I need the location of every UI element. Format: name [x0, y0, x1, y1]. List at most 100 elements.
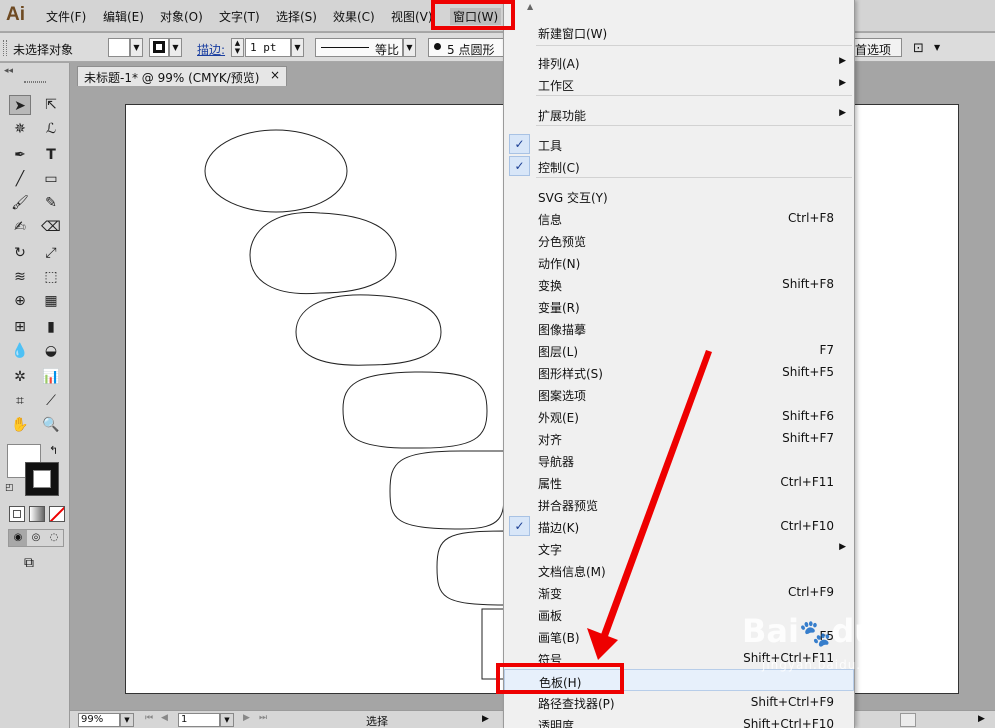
window-menu-item[interactable]: 变换 Shift+F8: [504, 273, 854, 295]
window-menu-item[interactable]: 导航器: [504, 449, 854, 471]
document-tab[interactable]: 未标题-1* @ 99% (CMYK/预览) ×: [77, 66, 287, 86]
menu-select[interactable]: 选择(S): [276, 8, 317, 25]
swap-fill-stroke-icon[interactable]: ↰: [49, 444, 58, 457]
window-menu-item[interactable]: 图层(L) F7: [504, 339, 854, 361]
window-menu-item[interactable]: ✓ 描边(K) Ctrl+F10: [504, 515, 854, 537]
tool-panel-grip[interactable]: [24, 81, 46, 83]
window-menu-item[interactable]: 动作(N): [504, 251, 854, 273]
window-menu-item[interactable]: 新建窗口(W): [504, 21, 854, 43]
preferences-button[interactable]: 首选项: [850, 38, 902, 57]
arrange-dropdown-icon[interactable]: ▼: [934, 43, 940, 52]
mesh-tool-icon[interactable]: ⊞: [9, 317, 31, 337]
stroke-profile-dropdown[interactable]: ▼: [403, 38, 416, 57]
window-menu-item[interactable]: 渐变 Ctrl+F9: [504, 581, 854, 603]
rectangle-tool-icon[interactable]: ▭: [40, 169, 62, 189]
arrange-documents-icon[interactable]: ⊡: [913, 41, 924, 56]
window-menu-item[interactable]: 文档信息(M): [504, 559, 854, 581]
scroll-right-arrow[interactable]: ▶: [978, 714, 985, 724]
fill-swatch[interactable]: [108, 38, 130, 57]
window-menu-item[interactable]: 文字 ▶: [504, 537, 854, 559]
status-menu-arrow[interactable]: ▶: [482, 714, 489, 724]
screen-mode-icon[interactable]: ⧉: [24, 555, 44, 571]
perspective-grid-tool-icon[interactable]: ▦: [40, 291, 62, 311]
window-menu-item[interactable]: 扩展功能 ▶: [504, 103, 854, 125]
direct-selection-tool-icon[interactable]: ⇱: [40, 95, 62, 115]
stroke-weight-dropdown[interactable]: ▼: [291, 38, 304, 57]
close-icon[interactable]: ×: [270, 68, 280, 82]
zoom-dropdown[interactable]: ▼: [120, 713, 134, 727]
eraser-tool-icon[interactable]: ⌫: [40, 217, 62, 237]
window-menu-item[interactable]: ✓ 控制(C): [504, 155, 854, 177]
window-menu-item[interactable]: 图像描摹: [504, 317, 854, 339]
window-menu-item[interactable]: 分色预览: [504, 229, 854, 251]
blend-tool-icon[interactable]: ◒: [40, 341, 62, 361]
slice-tool-icon[interactable]: ⟋: [40, 391, 62, 411]
menu-effect[interactable]: 效果(C): [333, 8, 375, 25]
window-menu-item[interactable]: 对齐 Shift+F7: [504, 427, 854, 449]
panel-grip[interactable]: [3, 40, 7, 56]
stroke-profile-select[interactable]: 等比: [315, 38, 403, 57]
draw-inside-icon[interactable]: ◌: [45, 530, 63, 546]
draw-normal-icon[interactable]: ◉: [9, 530, 27, 546]
stroke-label[interactable]: 描边:: [197, 41, 225, 58]
window-menu-item[interactable]: 属性 Ctrl+F11: [504, 471, 854, 493]
scroll-up-arrow-icon[interactable]: ▲: [527, 2, 533, 11]
window-menu-item[interactable]: 外观(E) Shift+F6: [504, 405, 854, 427]
stroke-swatch[interactable]: [149, 38, 169, 57]
stroke-dropdown-arrow[interactable]: ▼: [169, 38, 182, 57]
selection-tool-icon[interactable]: ➤: [9, 95, 31, 115]
window-menu-item[interactable]: 信息 Ctrl+F8: [504, 207, 854, 229]
zoom-tool-icon[interactable]: 🔍: [40, 415, 62, 435]
eyedropper-tool-icon[interactable]: 💧: [9, 341, 31, 361]
gradient-mode-icon[interactable]: [29, 506, 45, 522]
menu-type[interactable]: 文字(T): [219, 8, 260, 25]
horizontal-scroll-thumb[interactable]: [900, 713, 916, 727]
pencil-tool-icon[interactable]: ✎: [40, 193, 62, 213]
next-artboard-icon[interactable]: ▶: [243, 713, 250, 723]
fill-dropdown-arrow[interactable]: ▼: [130, 38, 143, 57]
menu-edit[interactable]: 编辑(E): [103, 8, 144, 25]
magic-wand-tool-icon[interactable]: ✵: [9, 119, 31, 139]
paintbrush-tool-icon[interactable]: 🖌: [9, 193, 31, 213]
window-menu-item[interactable]: 图案选项: [504, 383, 854, 405]
menu-object[interactable]: 对象(O): [160, 8, 203, 25]
type-tool-icon[interactable]: T: [40, 145, 62, 165]
artboard-number-input[interactable]: 1: [178, 713, 220, 727]
width-tool-icon[interactable]: ≋: [9, 267, 31, 287]
hand-tool-icon[interactable]: ✋: [9, 415, 31, 435]
window-menu-item[interactable]: 拼合器预览: [504, 493, 854, 515]
window-menu-item[interactable]: 图形样式(S) Shift+F5: [504, 361, 854, 383]
draw-behind-icon[interactable]: ◎: [27, 530, 45, 546]
menu-file[interactable]: 文件(F): [46, 8, 86, 25]
scale-tool-icon[interactable]: ⤢: [40, 243, 62, 263]
gradient-tool-icon[interactable]: ▮: [40, 317, 62, 337]
first-artboard-icon[interactable]: ⏮: [145, 713, 153, 723]
window-menu-item[interactable]: 工作区 ▶: [504, 73, 854, 95]
menu-view[interactable]: 视图(V): [391, 8, 433, 25]
blob-brush-tool-icon[interactable]: ✍: [9, 217, 31, 237]
previous-artboard-icon[interactable]: ◀: [161, 713, 168, 723]
zoom-input[interactable]: 99%: [78, 713, 120, 727]
stroke-weight-stepper[interactable]: ▲ ▼: [231, 38, 244, 57]
window-menu-item[interactable]: 透明度 Shift+Ctrl+F10: [504, 713, 854, 728]
collapse-panel-icon[interactable]: ◂◂: [4, 66, 13, 76]
free-transform-tool-icon[interactable]: ⬚: [40, 267, 62, 287]
stroke-color-swatch[interactable]: [25, 462, 59, 496]
window-menu-item[interactable]: SVG 交互(Y): [504, 185, 854, 207]
lasso-tool-icon[interactable]: ℒ: [40, 119, 62, 139]
none-mode-icon[interactable]: [49, 506, 65, 522]
symbol-sprayer-tool-icon[interactable]: ✲: [9, 367, 31, 387]
window-menu-item[interactable]: 排列(A) ▶: [504, 51, 854, 73]
artboard-dropdown[interactable]: ▼: [220, 713, 234, 727]
window-menu-item[interactable]: 变量(R): [504, 295, 854, 317]
brush-select[interactable]: 5 点圆形: [428, 38, 504, 57]
default-fill-stroke-icon[interactable]: ◰: [5, 483, 14, 493]
artboard-tool-icon[interactable]: ⌗: [9, 391, 31, 411]
stroke-weight-input[interactable]: 1 pt: [245, 38, 291, 57]
window-menu-item[interactable]: ✓ 工具: [504, 133, 854, 155]
pen-tool-icon[interactable]: ✒: [9, 145, 31, 165]
shape-builder-tool-icon[interactable]: ⊕: [9, 291, 31, 311]
rotate-tool-icon[interactable]: ↻: [9, 243, 31, 263]
line-tool-icon[interactable]: ╱: [9, 169, 31, 189]
column-graph-tool-icon[interactable]: 📊: [40, 367, 62, 387]
